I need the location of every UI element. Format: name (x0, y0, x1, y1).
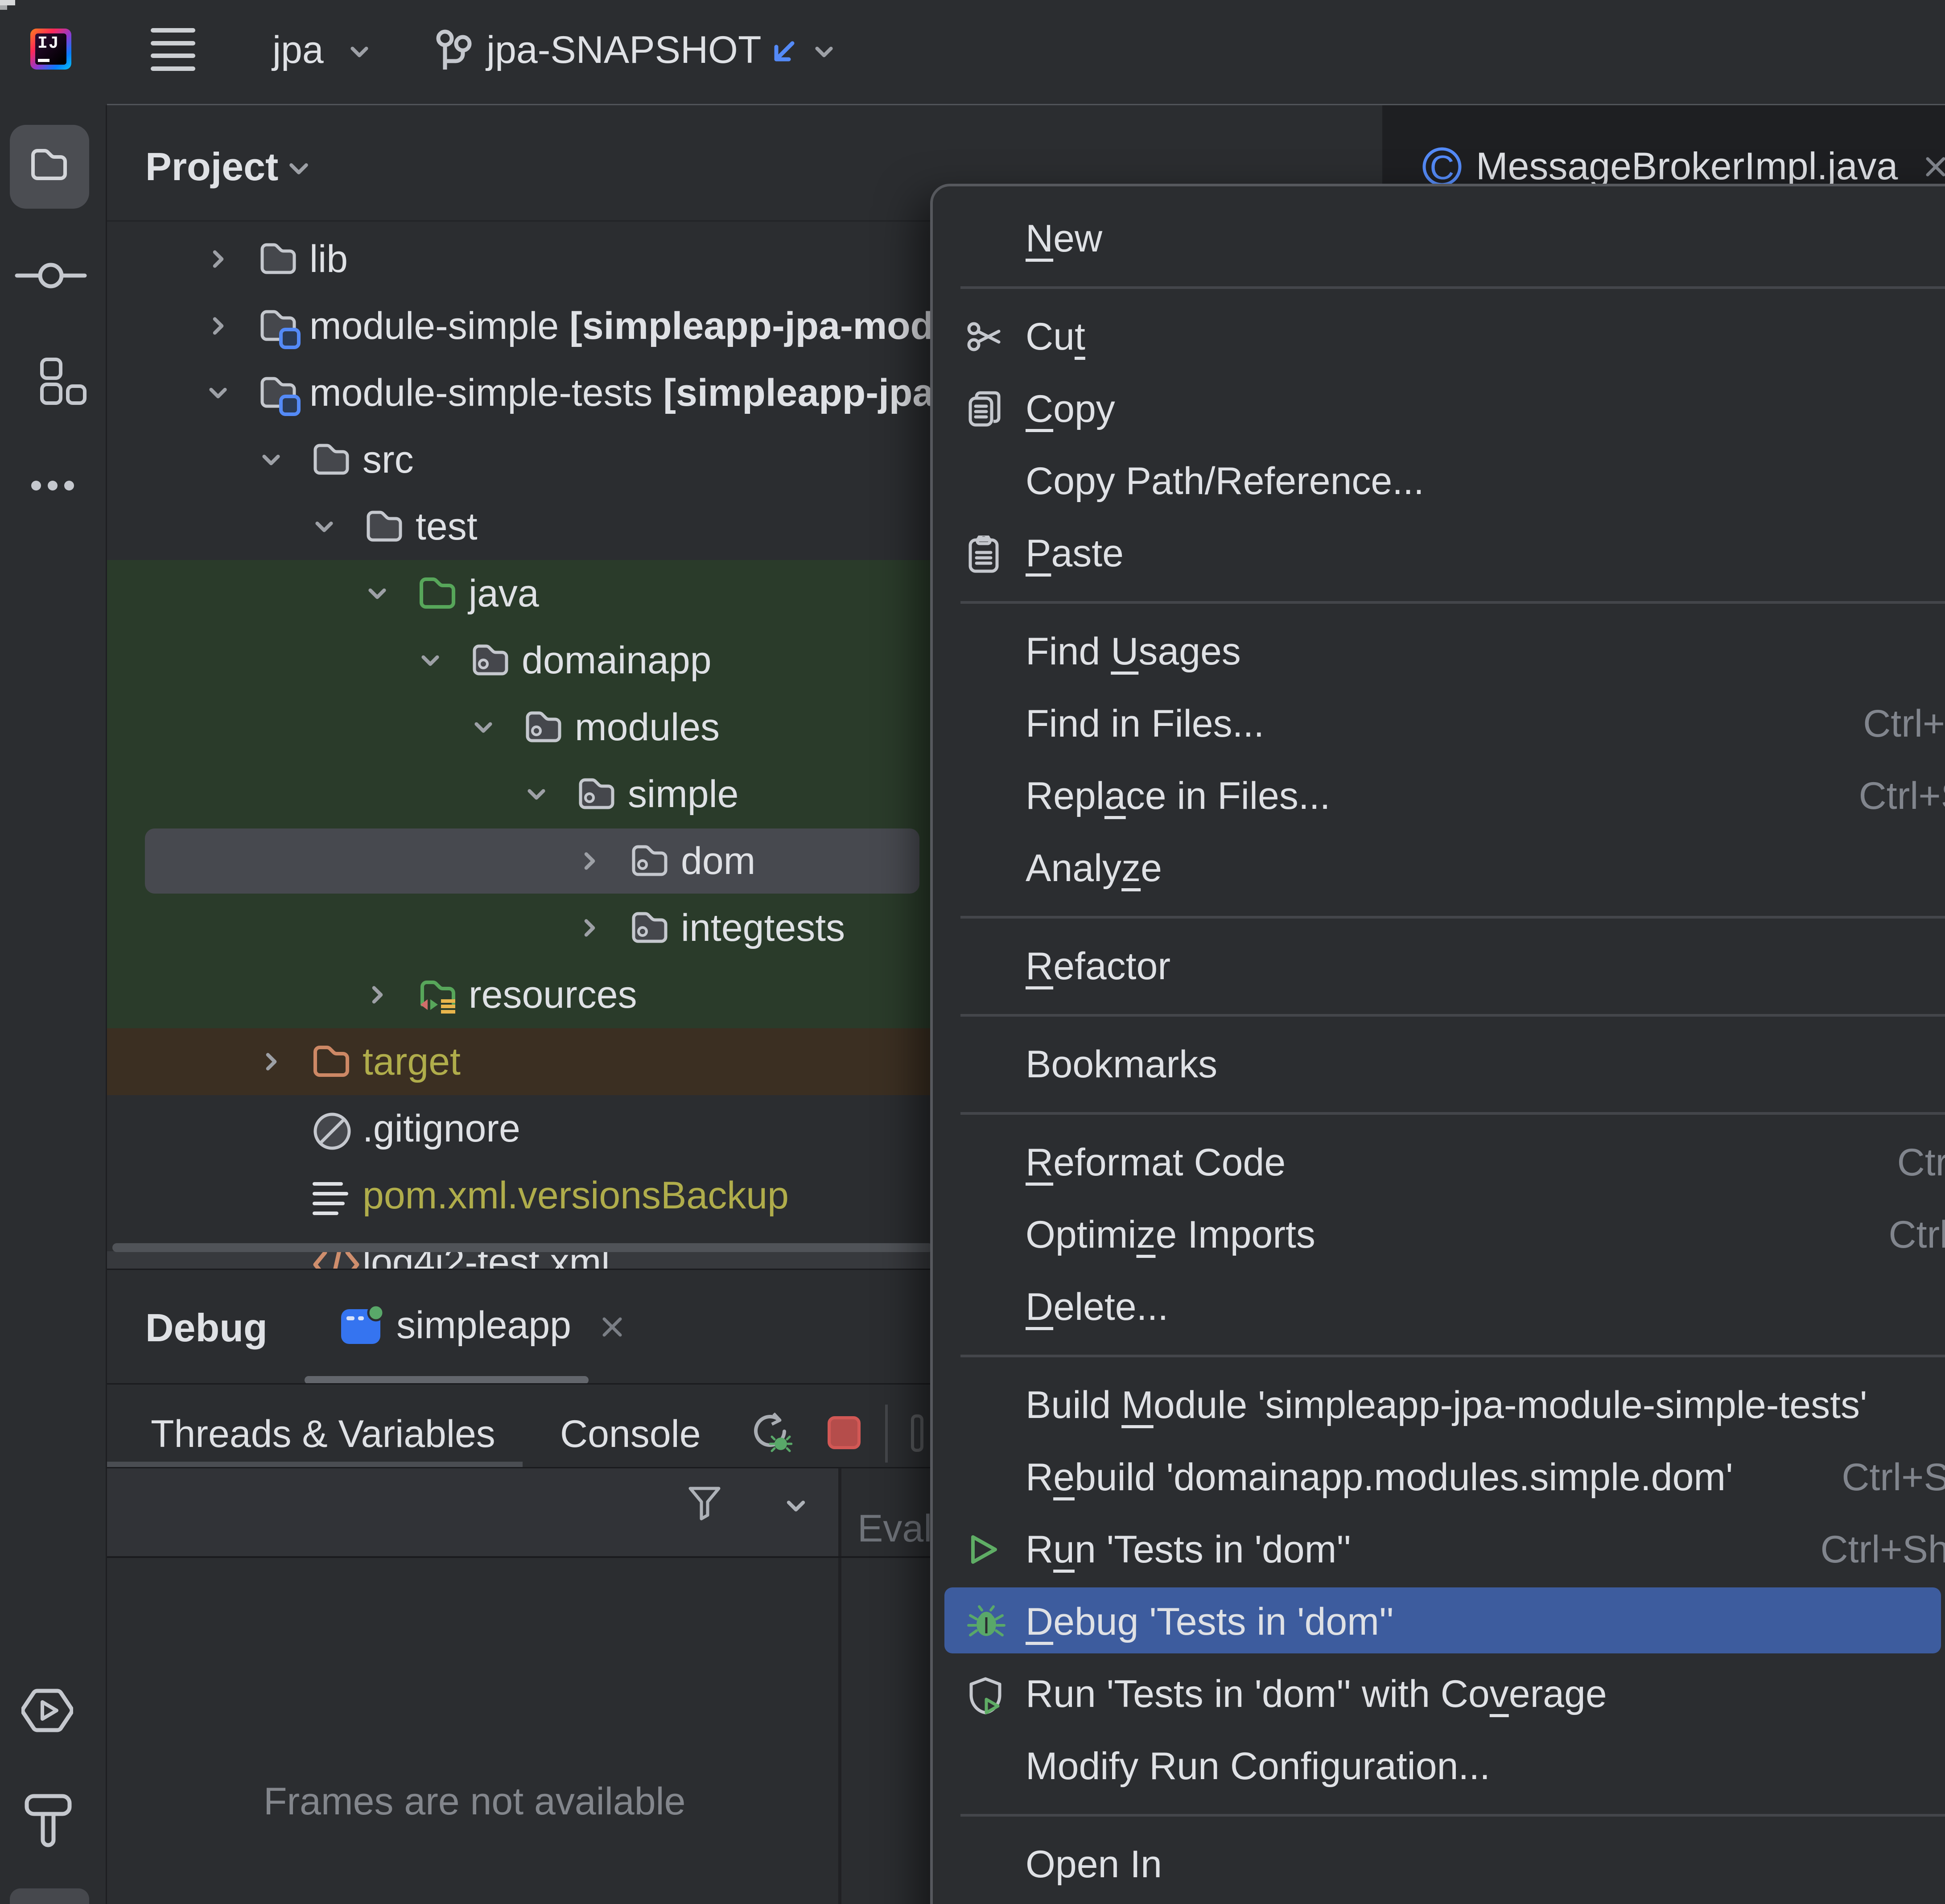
svg-text:C: C (1430, 149, 1455, 185)
